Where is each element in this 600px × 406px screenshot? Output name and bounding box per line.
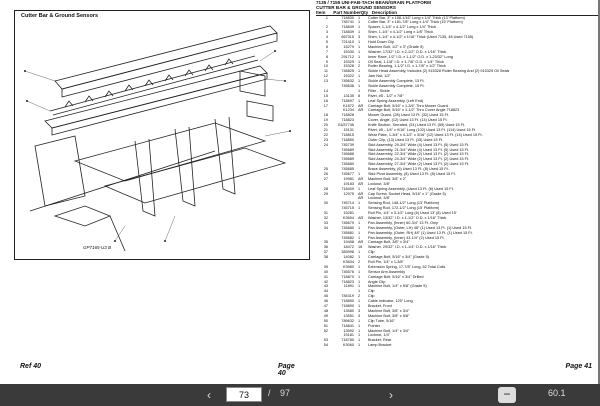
parts-list: 1 718830 1 Cutter Bar, 3" x 158-1/16" Long … <box>316 16 600 349</box>
column-qty: Qty <box>360 10 369 15</box>
page-separator: / <box>268 388 271 398</box>
column-description: Description <box>371 10 398 15</box>
part-number: K3060 <box>343 343 354 348</box>
ref-label: Ref 40 <box>20 363 42 370</box>
column-item: Item <box>316 10 326 15</box>
viewer-toolbar: ‹ 73 / 97 › − 60.1 <box>0 384 600 406</box>
part-qty: 1 <box>358 343 361 348</box>
diagram-frame: GP7165-U3 B Cutter Bar & Ground Sensors <box>14 10 310 260</box>
next-page-icon[interactable]: › <box>382 386 400 404</box>
current-page-input[interactable]: 73 <box>226 387 262 402</box>
pdf-viewer: GP7165-U3 B Cutter Bar & Ground Sensors … <box>0 0 600 406</box>
document-spread: GP7165-U3 B Cutter Bar & Ground Sensors … <box>0 0 600 384</box>
exploded-diagram: GP7165-U3 B <box>24 25 291 252</box>
part-item-number: 24 <box>323 142 328 147</box>
page-number-left: Page 40 <box>278 363 295 377</box>
table-row: 54 K3060 1 Lamp Bracket <box>316 343 600 348</box>
zoom-out-icon[interactable]: − <box>498 387 516 403</box>
part-description: Lamp Bracket <box>368 343 392 348</box>
part-item-number: 34 <box>323 225 328 230</box>
column-part-number: Part Number <box>333 10 361 15</box>
part-item-number: 54 <box>323 343 328 348</box>
page-number-right: Page 41 <box>565 363 592 370</box>
left-page: GP7165-U3 B Cutter Bar & Ground Sensors … <box>8 0 310 384</box>
diagram-callout: GP7165-U3 B <box>83 245 111 250</box>
zoom-level: 60.1 <box>548 388 566 398</box>
right-page: 7135 / 7155 UNI-FAB-TACH BEAN/GRAIN PLAT… <box>312 0 600 384</box>
diagram-title: Cutter Bar & Ground Sensors <box>19 13 101 19</box>
previous-page-icon[interactable]: ‹ <box>200 386 218 404</box>
total-pages: 97 <box>280 388 291 398</box>
